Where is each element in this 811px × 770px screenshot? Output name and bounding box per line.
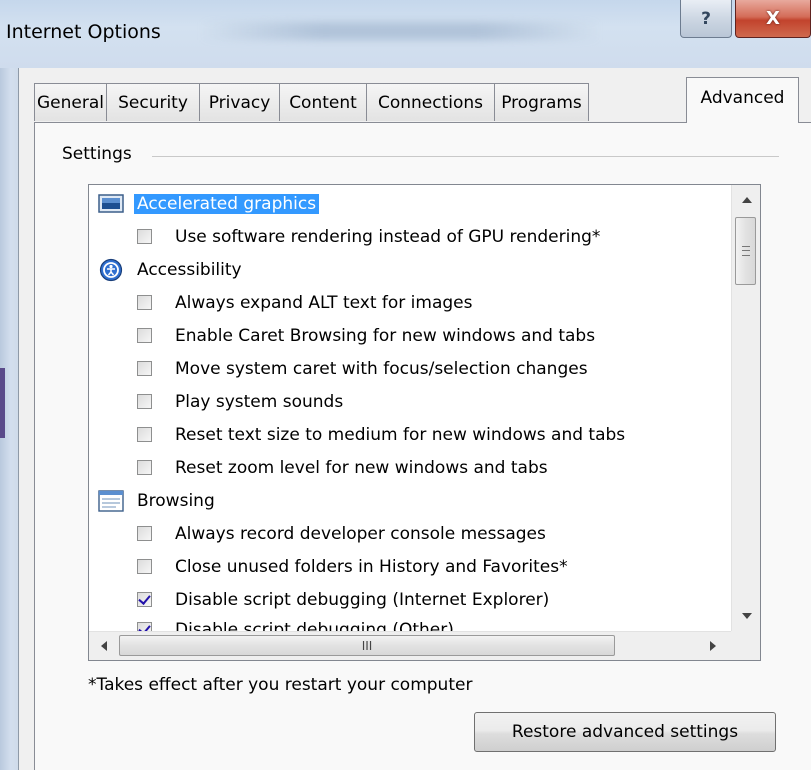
option-expand-alt-text[interactable]: Always expand ALT text for images <box>137 286 472 319</box>
tab-label: Content <box>289 92 357 113</box>
close-button[interactable]: X <box>735 0 811 38</box>
vertical-scrollbar[interactable] <box>731 185 760 631</box>
tab-connections[interactable]: Connections <box>366 83 495 121</box>
option-label: Reset text size to medium for new window… <box>175 424 626 445</box>
checkbox-checked[interactable] <box>137 592 152 607</box>
option-label: Always record developer console messages <box>175 523 546 544</box>
option-close-unused-folders[interactable]: Close unused folders in History and Favo… <box>137 550 568 583</box>
horizontal-scrollbar[interactable]: III <box>89 631 731 660</box>
category-browsing[interactable]: Browsing <box>97 484 215 517</box>
tab-label: General <box>37 92 104 113</box>
scroll-right-arrow-icon[interactable] <box>710 641 716 651</box>
tab-label: Security <box>118 92 188 113</box>
option-label: Reset zoom level for new windows and tab… <box>175 457 548 478</box>
help-button[interactable]: ? <box>680 0 732 38</box>
option-label: Use software rendering instead of GPU re… <box>175 226 601 247</box>
tab-privacy[interactable]: Privacy <box>199 83 280 121</box>
option-software-rendering[interactable]: Use software rendering instead of GPU re… <box>137 220 600 253</box>
checkbox[interactable] <box>137 460 152 475</box>
checkbox[interactable] <box>137 559 152 574</box>
checkbox[interactable] <box>137 526 152 541</box>
option-reset-zoom[interactable]: Reset zoom level for new windows and tab… <box>137 451 548 484</box>
category-accelerated-graphics[interactable]: Accelerated graphics <box>97 187 320 220</box>
monitor-icon <box>97 192 125 216</box>
window-title: Internet Options <box>6 21 161 43</box>
title-bar: Internet Options ? X <box>0 0 811 68</box>
help-icon: ? <box>701 8 711 29</box>
tab-advanced[interactable]: Advanced <box>686 77 799 123</box>
tab-label: Connections <box>377 92 484 113</box>
tab-programs[interactable]: Programs <box>494 83 589 121</box>
option-label: Disable script debugging (Internet Explo… <box>175 589 550 610</box>
vertical-scroll-thumb[interactable] <box>735 217 756 285</box>
option-label: Always expand ALT text for images <box>175 292 473 313</box>
tab-security[interactable]: Security <box>106 83 200 121</box>
option-move-system-caret[interactable]: Move system caret with focus/selection c… <box>137 352 588 385</box>
grip-icon: III <box>361 638 373 653</box>
category-label: Browsing <box>137 490 215 511</box>
group-divider <box>152 156 779 157</box>
scroll-left-arrow-icon[interactable] <box>101 641 107 651</box>
close-icon: X <box>766 8 780 29</box>
scrollbar-corner <box>731 631 760 660</box>
category-accessibility[interactable]: Accessibility <box>97 253 242 286</box>
tab-label: Programs <box>501 92 582 113</box>
scroll-down-arrow-icon[interactable] <box>742 613 752 619</box>
scroll-up-arrow-icon[interactable] <box>742 197 752 203</box>
title-bar-blur <box>200 22 600 40</box>
checkbox[interactable] <box>137 229 152 244</box>
option-label: Close unused folders in History and Favo… <box>175 556 568 577</box>
edge-mark <box>0 368 5 438</box>
restart-note: *Takes effect after you restart your com… <box>88 675 473 695</box>
tab-general[interactable]: General <box>34 83 107 121</box>
settings-group-label: Settings <box>62 144 132 164</box>
checkbox[interactable] <box>137 328 152 343</box>
option-reset-text-size[interactable]: Reset text size to medium for new window… <box>137 418 625 451</box>
checkbox[interactable] <box>137 295 152 310</box>
tab-content[interactable]: Content <box>279 83 367 121</box>
option-label: Enable Caret Browsing for new windows an… <box>175 325 596 346</box>
browser-window-icon <box>97 489 125 513</box>
option-label: Move system caret with focus/selection c… <box>175 358 588 379</box>
checkbox[interactable] <box>137 427 152 442</box>
checkbox[interactable] <box>137 361 152 376</box>
grip-icon <box>741 246 750 256</box>
restore-advanced-settings-button[interactable]: Restore advanced settings <box>474 712 776 752</box>
tab-label: Privacy <box>208 92 271 113</box>
category-label: Accelerated graphics <box>134 193 320 214</box>
button-label: Restore advanced settings <box>511 722 739 742</box>
tab-label: Advanced <box>700 88 785 108</box>
category-label: Accessibility <box>137 259 242 280</box>
option-disable-debugging-ie[interactable]: Disable script debugging (Internet Explo… <box>137 583 549 616</box>
option-play-system-sounds[interactable]: Play system sounds <box>137 385 343 418</box>
option-label: Play system sounds <box>175 391 344 412</box>
checkbox[interactable] <box>137 394 152 409</box>
horizontal-scroll-thumb[interactable]: III <box>119 635 615 656</box>
window-left-edge <box>0 68 18 770</box>
accessibility-icon <box>97 258 125 282</box>
option-record-console-messages[interactable]: Always record developer console messages <box>137 517 546 550</box>
settings-tree[interactable]: Accelerated graphics Use software render… <box>88 184 761 661</box>
option-caret-browsing[interactable]: Enable Caret Browsing for new windows an… <box>137 319 595 352</box>
